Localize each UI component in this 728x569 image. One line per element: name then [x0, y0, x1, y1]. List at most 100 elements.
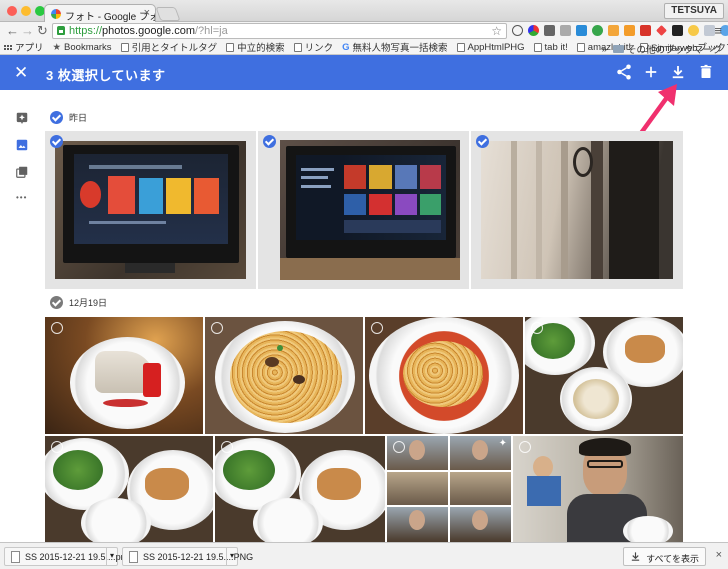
- address-bar[interactable]: https://photos.google.com/?hl=ja ☆: [52, 23, 507, 39]
- new-tab-button[interactable]: [155, 7, 181, 21]
- select-circle[interactable]: [221, 441, 233, 453]
- close-window-button[interactable]: [7, 6, 17, 16]
- color-wheel-extension-icon[interactable]: [528, 25, 539, 36]
- photo-thumbnail: [481, 141, 673, 279]
- green-extension-icon[interactable]: [592, 25, 603, 36]
- bookmark-item[interactable]: AppHtmlPHG: [456, 42, 525, 53]
- bookmark-item[interactable]: G 無料人物写真一括検索: [342, 40, 447, 55]
- face-extension-icon[interactable]: [688, 25, 699, 36]
- photo-tile-selected[interactable]: [45, 131, 256, 289]
- photo-tile[interactable]: [45, 436, 213, 542]
- section-date: 12月19日: [69, 298, 108, 308]
- bookmark-bookmarks[interactable]: ★ Bookmarks: [53, 42, 112, 53]
- google-g-icon: G: [342, 41, 350, 53]
- downloads-bar: SS 2015-12-21 19.5....png ▾ SS 2015-12-2…: [0, 542, 728, 569]
- photo-collage-tile[interactable]: ✦: [387, 436, 511, 542]
- bookmark-item[interactable]: 中立的検索: [226, 40, 285, 54]
- tv-cabinet-image: [280, 258, 460, 280]
- profile-button[interactable]: TETSUYA: [664, 3, 724, 19]
- amazon-extension-icon[interactable]: [672, 25, 683, 36]
- selection-count: 3 枚選択しています: [46, 68, 166, 83]
- more-options-icon[interactable]: •••: [16, 193, 27, 202]
- file-icon: [11, 551, 20, 563]
- download-arrow-icon: [631, 552, 640, 561]
- photo-tile[interactable]: [215, 436, 385, 542]
- bookmark-item[interactable]: tab it!: [533, 42, 568, 53]
- page-icon: [533, 42, 542, 52]
- photo-thumbnail: [280, 140, 460, 280]
- select-circle[interactable]: [519, 441, 531, 453]
- page-icon: [226, 42, 235, 52]
- download-item[interactable]: SS 2015-12-21 19.5....PNG ▾: [122, 547, 253, 566]
- info-extension-icon[interactable]: [512, 25, 523, 36]
- select-date-checkbox[interactable]: [50, 111, 63, 124]
- bookmark-item[interactable]: 引用とタイトルタグ: [120, 40, 217, 54]
- page-icon: [576, 42, 585, 52]
- select-circle[interactable]: [393, 441, 405, 453]
- download-menu-caret-icon[interactable]: ▾: [226, 547, 238, 566]
- browser-menu-icon[interactable]: ≡: [714, 23, 722, 38]
- grey-extension-icon[interactable]: [704, 25, 715, 36]
- tv-image: [286, 146, 456, 258]
- select-circle[interactable]: [51, 441, 63, 453]
- bookmark-apps[interactable]: アプリ: [4, 40, 44, 54]
- photo-tile-selected[interactable]: [471, 131, 683, 289]
- auto-awesome-icon: ✦: [498, 438, 507, 449]
- orange-extension-icon[interactable]: [624, 25, 635, 36]
- download-menu-caret-icon[interactable]: ▾: [106, 547, 118, 566]
- browser-tab[interactable]: フォト - Google フォト ×: [44, 4, 156, 23]
- show-all-downloads-button[interactable]: すべてを表示: [623, 547, 706, 566]
- mail-extension-icon[interactable]: [608, 25, 619, 36]
- google-photos-favicon-icon: [51, 9, 61, 19]
- bookmark-item[interactable]: リンク: [293, 40, 333, 54]
- albums-icon[interactable]: [15, 165, 29, 179]
- stamp-extension-icon[interactable]: [544, 25, 555, 36]
- photo-check-icon[interactable]: [263, 135, 276, 148]
- download-item[interactable]: SS 2015-12-21 19.5....png ▾: [4, 547, 131, 566]
- url-scheme: https://: [69, 25, 103, 37]
- check-extension-icon[interactable]: [576, 25, 587, 36]
- folder-icon: [612, 45, 624, 53]
- photo-tile[interactable]: [365, 317, 523, 434]
- select-circle[interactable]: [211, 322, 223, 334]
- photo-thumbnail: [55, 141, 246, 279]
- more-bookmarks-chevron[interactable]: »: [602, 44, 607, 55]
- forward-arrow-icon[interactable]: →: [21, 23, 34, 38]
- apps-grid-icon: [4, 44, 12, 50]
- photo-tile[interactable]: [205, 317, 363, 434]
- photo-tile[interactable]: [45, 317, 203, 434]
- photo-check-icon[interactable]: [476, 135, 489, 148]
- photo-tile[interactable]: [513, 436, 683, 542]
- other-bookmarks[interactable]: » その他のブックマーク: [602, 42, 722, 57]
- tools-extension-icon[interactable]: [560, 25, 571, 36]
- tab-close-icon[interactable]: ×: [144, 7, 150, 19]
- bookmarks-bar: アプリ ★ Bookmarks 引用とタイトルタグ 中立的検索 リンク G 無料人物…: [0, 40, 728, 57]
- selection-toolbar: ✕ 3 枚選択しています: [0, 55, 728, 90]
- assistant-icon[interactable]: [15, 111, 29, 125]
- pin-extension-icon[interactable]: [656, 25, 667, 36]
- page-icon: [120, 42, 129, 52]
- lock-icon: [57, 26, 65, 35]
- photo-tile[interactable]: [525, 317, 683, 434]
- select-circle[interactable]: [371, 322, 383, 334]
- extension-icons: [512, 24, 728, 38]
- reload-icon[interactable]: ↻: [37, 23, 48, 39]
- minimize-window-button[interactable]: [21, 6, 31, 16]
- page-icon: [293, 42, 302, 52]
- star-bookmark-icon: ★: [52, 41, 62, 53]
- select-circle[interactable]: [51, 322, 63, 334]
- photo-tile-selected[interactable]: [258, 131, 469, 289]
- photos-icon[interactable]: [15, 138, 29, 152]
- photo-check-icon[interactable]: [50, 135, 63, 148]
- delete-icon[interactable]: [697, 63, 715, 81]
- select-date-checkbox[interactable]: [50, 296, 63, 309]
- select-circle[interactable]: [531, 322, 543, 334]
- section-header: 12月19日: [50, 296, 107, 309]
- bookmark-star-icon[interactable]: ☆: [491, 24, 502, 38]
- window-titlebar: フォト - Google フォト × TETSUYA: [0, 0, 728, 23]
- browser-toolbar: ← → ↻ https://photos.google.com/?hl=ja ☆…: [0, 22, 728, 40]
- back-arrow-icon[interactable]: ←: [6, 23, 19, 38]
- close-downloads-icon[interactable]: ×: [716, 549, 722, 561]
- close-selection-icon[interactable]: ✕: [14, 63, 28, 83]
- todoist-extension-icon[interactable]: [640, 25, 651, 36]
